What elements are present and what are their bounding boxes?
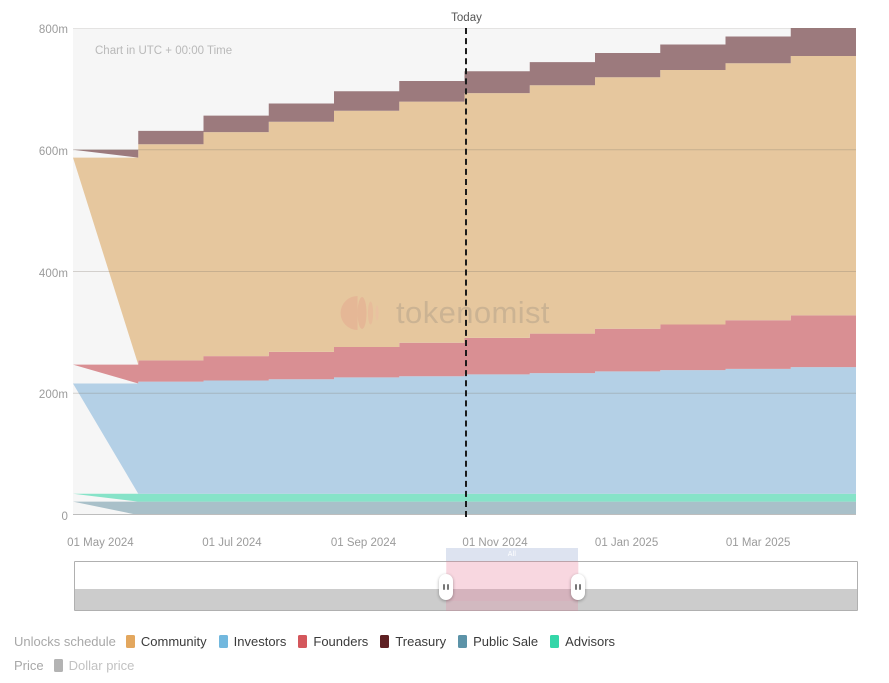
legend-title: Unlocks schedule <box>14 634 116 649</box>
legend-item-founders[interactable]: Founders <box>298 634 368 649</box>
x-tick-label: 01 May 2024 <box>67 537 134 549</box>
x-tick-label: 01 Jan 2025 <box>594 537 659 549</box>
legend-swatch-investors <box>218 635 228 648</box>
legend-price: Price Dollar price <box>14 658 146 673</box>
legend-swatch-advisors <box>550 635 560 648</box>
legend-unlocks: Unlocks schedule Community Investors Fou… <box>14 634 627 649</box>
y-tick-600m: 600m <box>38 145 68 158</box>
legend-item-dollar-price[interactable]: Dollar price <box>53 658 135 673</box>
navigator-range-tooltip: All <box>446 548 578 561</box>
range-navigator[interactable]: All <box>74 548 858 611</box>
y-tick-800m: 800m <box>38 24 68 36</box>
legend-swatch-treasury <box>380 635 390 648</box>
x-tick-label: 01 Sep 2024 <box>330 537 397 549</box>
y-tick-200m: 200m <box>38 389 68 402</box>
legend-label-investors: Investors <box>233 634 287 649</box>
legend-price-title: Price <box>14 658 44 673</box>
legend-swatch-founders <box>298 635 308 648</box>
legend-item-public-sale[interactable]: Public Sale <box>458 634 538 649</box>
legend-item-treasury[interactable]: Treasury <box>380 634 446 649</box>
legend-label-treasury: Treasury <box>395 634 447 649</box>
legend-swatch-community <box>125 635 135 648</box>
x-tick-label: 01 Jul 2024 <box>202 537 262 549</box>
legend-label-dollar-price: Dollar price <box>68 658 135 673</box>
legend-item-advisors[interactable]: Advisors <box>550 634 615 649</box>
legend-item-community[interactable]: Community <box>125 634 207 649</box>
x-tick-label: 01 Mar 2025 <box>725 537 791 549</box>
legend-label-founders: Founders <box>313 634 369 649</box>
range-end-handle[interactable] <box>571 574 585 600</box>
legend-label-advisors: Advisors <box>565 634 616 649</box>
unlocks-schedule-chart: 800m 600m 400m 200m 0 tokenomist Chart i… <box>0 0 889 683</box>
y-axis: 800m 600m 400m 200m 0 <box>0 0 68 543</box>
legend-label-public-sale: Public Sale <box>473 634 539 649</box>
y-tick-0: 0 <box>61 511 68 523</box>
today-marker-line <box>464 28 467 517</box>
y-tick-400m: 400m <box>38 267 68 280</box>
today-marker-label: Today <box>451 12 482 24</box>
legend-item-investors[interactable]: Investors <box>218 634 287 649</box>
legend-swatch-public-sale <box>458 635 468 648</box>
legend-swatch-dollar-price <box>53 659 63 672</box>
utc-note: Chart in UTC + 00:00 Time <box>95 45 233 57</box>
legend-label-community: Community <box>140 634 207 649</box>
range-start-handle[interactable] <box>439 574 453 600</box>
